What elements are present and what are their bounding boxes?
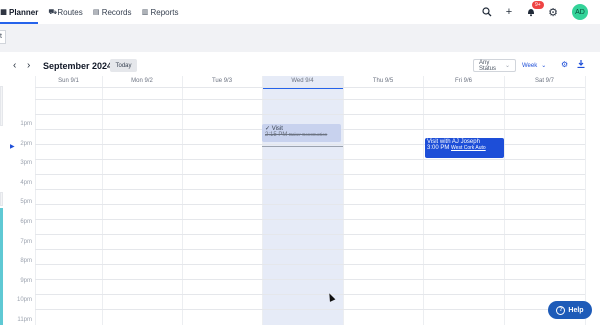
- hour-label: 2pm: [20, 140, 32, 147]
- event-visit-completed[interactable]: ✓ Visit 2:15 PM Baker Construction: [262, 124, 341, 142]
- month-title: September 2024: [43, 61, 113, 71]
- event-place-link[interactable]: West Cork Auto: [451, 145, 486, 151]
- nav-reports[interactable]: ▥ Reports: [142, 0, 179, 24]
- chevron-down-icon: ⌄: [504, 63, 510, 69]
- view-select[interactable]: Week ⌄: [522, 59, 546, 72]
- search-icon: [482, 7, 492, 17]
- chevron-down-icon: ⌄: [541, 63, 547, 69]
- row-divider: [35, 264, 585, 265]
- status-filter-value: Any Status: [479, 59, 497, 72]
- hour-label: 8pm: [20, 258, 32, 265]
- hour-label: 11pm: [17, 317, 32, 323]
- row-divider: [35, 99, 585, 100]
- row-divider: [35, 174, 585, 175]
- row-divider: [35, 294, 585, 295]
- gear-icon: ⚙: [561, 60, 569, 69]
- hour-label: 5pm: [20, 199, 32, 206]
- event-title-row: ✓ Visit: [265, 125, 338, 132]
- header-band: [0, 24, 600, 52]
- notifications-button[interactable]: 9+: [520, 0, 544, 24]
- row-divider: [35, 189, 585, 190]
- week-grid: Sun 9/1 Mon 9/2 Tue 9/3 Wed 9/4 Thu 9/5 …: [0, 76, 600, 325]
- search-button[interactable]: [476, 0, 498, 24]
- nav-reports-label: Reports: [150, 7, 179, 17]
- day-header-mon: Mon 9/2: [131, 78, 153, 84]
- row-divider: [35, 114, 585, 115]
- help-label: Help: [568, 306, 584, 314]
- nav-actions: + 9+ ⚙ AD: [476, 0, 600, 24]
- question-icon: ?: [556, 305, 566, 315]
- avatar[interactable]: AD: [572, 4, 588, 20]
- chevron-right-icon: ›: [27, 60, 31, 71]
- day-header-sun: Sun 9/1: [58, 78, 79, 84]
- plus-icon: +: [505, 6, 513, 18]
- status-filter[interactable]: Any Status ⌄: [473, 59, 516, 72]
- event-place: Baker Construction: [289, 132, 328, 137]
- row-divider: [35, 204, 585, 205]
- row-divider: [35, 219, 585, 220]
- row-divider: [35, 159, 585, 160]
- column-divider: [585, 76, 586, 325]
- nav-routes[interactable]: ⛟ Routes: [48, 0, 82, 24]
- row-divider: [35, 309, 585, 310]
- event-visit-aj-joseph[interactable]: Visit with AJ Joseph 3:00 PM West Cork A…: [425, 138, 504, 158]
- settings-button[interactable]: ⚙: [542, 0, 564, 24]
- event-details: 2:15 PM Baker Construction: [265, 132, 338, 138]
- nav-records[interactable]: ▤ Records: [93, 0, 132, 24]
- nav-planner[interactable]: ▦ Planner: [0, 0, 39, 24]
- hour-label: 4pm: [20, 179, 32, 186]
- hour-label: 10pm: [16, 297, 32, 304]
- reports-icon: ▥: [141, 8, 149, 16]
- day-header-thu: Thu 9/5: [372, 78, 394, 84]
- nav-records-label: Records: [101, 7, 132, 17]
- today-button[interactable]: Today: [110, 59, 137, 72]
- event-time: 3:00 PM: [427, 145, 450, 151]
- nav-planner-label: Planner: [9, 7, 39, 17]
- top-nav: ▦ Planner ⛟ Routes ▤ Records ▥ Reports +…: [0, 0, 600, 24]
- view-select-value: Week: [522, 62, 538, 69]
- records-icon: ▤: [92, 8, 100, 16]
- planner-icon: ▦: [0, 8, 7, 16]
- row-divider: [35, 87, 585, 88]
- row-divider: [35, 234, 585, 235]
- help-button[interactable]: ? Help: [548, 301, 592, 319]
- hour-label: 6pm: [20, 219, 32, 225]
- calendar-toolbar: ‹ › September 2024 Today Any Status ⌄ We…: [0, 56, 600, 76]
- download-icon: [577, 60, 585, 69]
- hour-label: 7pm: [20, 238, 32, 245]
- prev-week-button[interactable]: ‹: [13, 60, 16, 71]
- day-header-wed: Wed 9/4: [291, 78, 314, 84]
- routes-icon: ⛟: [48, 8, 58, 16]
- next-week-button[interactable]: ›: [27, 60, 30, 71]
- gear-icon: ⚙: [548, 6, 558, 19]
- hour-label: 1pm: [20, 121, 32, 127]
- day-header-fri: Fri 9/6: [454, 78, 472, 84]
- day-header-tue: Tue 9/3: [211, 78, 233, 84]
- event-details: 3:00 PM West Cork Auto: [427, 145, 502, 151]
- calendar-settings-button[interactable]: ⚙: [561, 60, 568, 69]
- nav-routes-label: Routes: [57, 7, 83, 17]
- chevron-left-icon: ‹: [13, 60, 17, 71]
- event-time: 2:15 PM: [265, 132, 288, 138]
- hour-label: 9pm: [20, 277, 32, 284]
- collapsed-panel-tab[interactable]: t: [0, 30, 6, 44]
- download-button[interactable]: [577, 60, 585, 70]
- hour-label: 3pm: [20, 160, 32, 167]
- row-divider: [35, 279, 585, 280]
- add-button[interactable]: +: [498, 0, 520, 24]
- day-header-sat: Sat 9/7: [534, 78, 554, 84]
- row-divider: [35, 249, 585, 250]
- current-time-line: [262, 146, 343, 147]
